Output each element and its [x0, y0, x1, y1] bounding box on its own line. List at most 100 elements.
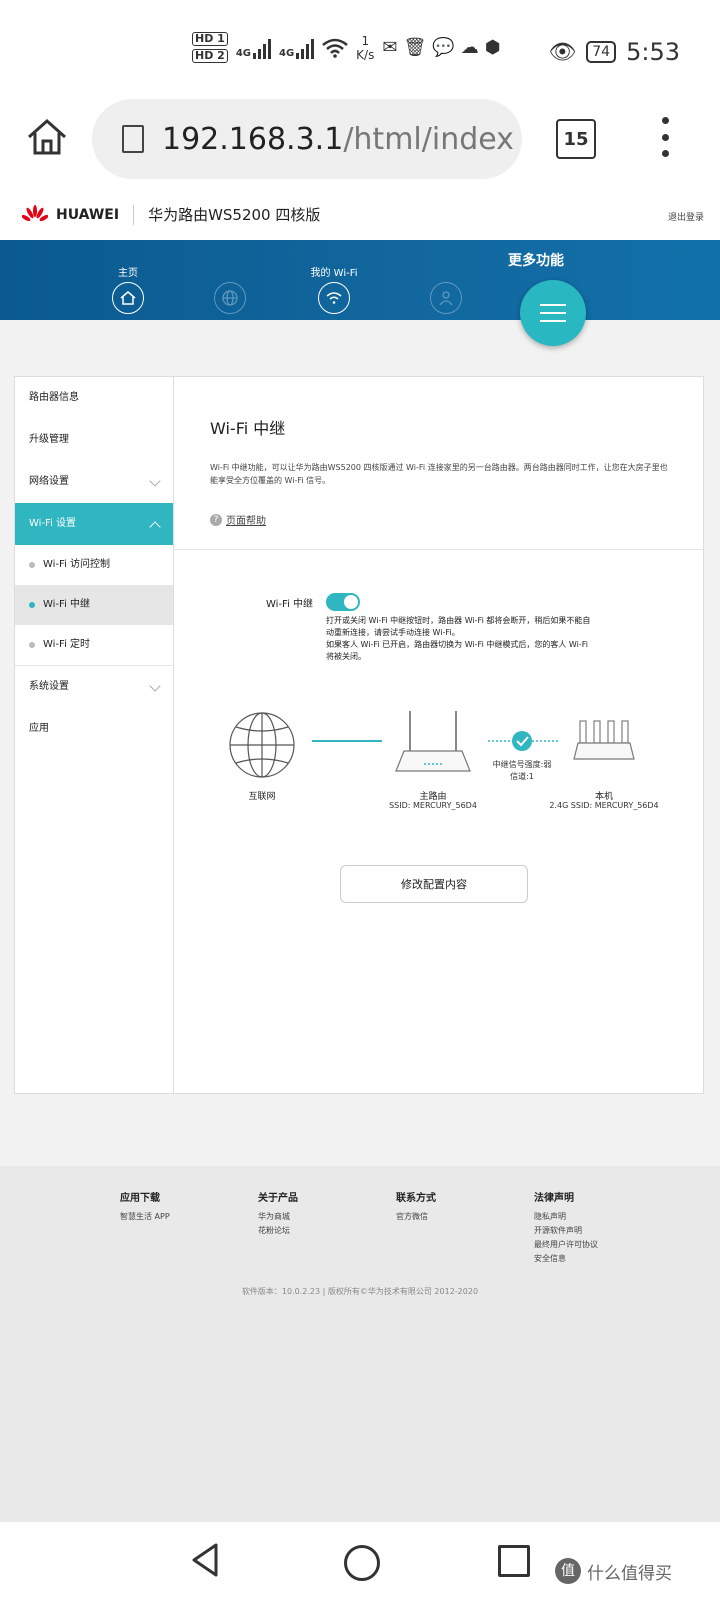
user-icon	[430, 282, 462, 314]
sidebar-sub-label: Wi-Fi 中继	[43, 599, 91, 610]
nav-my-wifi[interactable]: 我的 Wi-Fi	[294, 240, 374, 314]
internet-label: 互联网	[248, 792, 276, 802]
footer-col-contact: 联系方式 官方微信	[396, 1192, 436, 1224]
nav-internet[interactable]	[190, 240, 270, 314]
nav-devices[interactable]	[406, 240, 486, 314]
signal-bars-icon	[253, 37, 271, 59]
globe-icon	[229, 712, 295, 778]
url-path: /html/index	[343, 121, 514, 157]
hd1-label: HD 1	[192, 32, 228, 46]
sidebar-item-upgrade[interactable]: 升级管理	[15, 419, 173, 461]
this-router-icon	[573, 720, 635, 760]
sidebar-sub-label: Wi-Fi 定时	[43, 639, 91, 650]
signal-strength: 中继信号强度:弱	[492, 760, 552, 769]
help-label: 页面帮助	[226, 516, 266, 527]
net-speed: 1 K/s	[356, 34, 374, 62]
nav-devices-label	[406, 264, 486, 278]
footer-link[interactable]: 官方微信	[396, 1210, 436, 1224]
tab-switcher-button[interactable]: 15	[556, 119, 596, 159]
nav-home-label: 主页	[118, 268, 138, 279]
sidebar-item-system[interactable]: 系统设置	[15, 666, 173, 708]
sidebar-item-router-info[interactable]: 路由器信息	[15, 377, 173, 419]
sidebar-sub-wifi-access-control[interactable]: Wi-Fi 访问控制	[15, 545, 173, 585]
nav-home[interactable]: 主页	[88, 240, 168, 314]
footer-link[interactable]: 智慧生活 APP	[120, 1210, 170, 1224]
footer-link[interactable]: 安全信息	[534, 1252, 598, 1266]
logout-link[interactable]: 退出登录	[668, 210, 704, 223]
hd2-label: HD 2	[192, 49, 228, 63]
status-bar: HD 1 HD 2 4G 4G 1 K/s ✉ 🗑 💬 ☁ ⬢ 👁 74 5:5…	[0, 0, 720, 95]
footer-col-legal: 法律声明 隐私声明 开源软件声明 最终用户许可协议 安全信息	[534, 1192, 598, 1266]
eye-icon: 👁	[548, 39, 577, 65]
footer-link[interactable]: 隐私声明	[534, 1210, 598, 1224]
sidebar-item-network[interactable]: 网络设置	[15, 461, 173, 503]
page-description: Wi-Fi 中继功能，可以让华为路由WS5200 四核版通过 Wi-Fi 连接家…	[210, 463, 668, 485]
browser-home-button[interactable]	[25, 115, 69, 159]
main-router-ssid: SSID: MERCURY_56D4	[389, 801, 477, 810]
sidebar-item-label: 升级管理	[29, 434, 69, 445]
footer-heading: 应用下载	[120, 1193, 160, 1204]
chevron-down-icon	[149, 680, 161, 692]
footer-link[interactable]: 花粉论坛	[258, 1224, 298, 1238]
channel-info: 信道:1	[510, 772, 534, 781]
sidebar-sub-wifi-repeater[interactable]: Wi-Fi 中继	[15, 585, 173, 625]
footer-col-product: 关于产品 华为商城 花粉论坛	[258, 1192, 298, 1238]
main-content: Wi-Fi 中继 Wi-Fi 中继功能，可以让华为路由WS5200 四核版通过 …	[174, 377, 703, 1093]
footer-link[interactable]: 最终用户许可协议	[534, 1238, 598, 1252]
clock: 5:53	[626, 38, 680, 66]
back-icon[interactable]	[190, 1542, 220, 1578]
recent-apps-icon[interactable]	[498, 1545, 530, 1577]
check-icon	[512, 731, 532, 751]
main-nav: 主页 我的 Wi-Fi 更多功能	[0, 240, 720, 320]
signal-2: 4G	[279, 37, 315, 59]
repeater-toggle[interactable]	[326, 593, 360, 611]
sidebar-sub-wifi-timer[interactable]: Wi-Fi 定时	[15, 625, 173, 665]
sidebar-item-apps[interactable]: 应用	[15, 708, 173, 750]
chat-icon: 💬	[432, 37, 455, 58]
footer-link[interactable]: 开源软件声明	[534, 1224, 598, 1238]
toggle-note-1: 打开或关闭 Wi-Fi 中继按钮时，路由器 Wi-Fi 都将会断开，稍后如果不能…	[326, 616, 591, 637]
address-bar[interactable]: 192.168.3.1/html/index	[92, 99, 522, 179]
repeater-toggle-label: Wi-Fi 中继	[266, 599, 314, 610]
notification-icons: ✉ 🗑 💬 ☁ ⬢	[382, 37, 500, 58]
footer-heading: 联系方式	[396, 1193, 436, 1204]
url-host: 192.168.3.1	[162, 121, 344, 157]
bullet-icon	[29, 602, 35, 608]
home-icon	[28, 118, 66, 155]
speed-unit: K/s	[356, 47, 375, 62]
nav-wifi-label: 我的 Wi-Fi	[310, 268, 358, 279]
sidebar-sub-label: Wi-Fi 访问控制	[43, 559, 111, 570]
more-features-label: 更多功能	[508, 253, 564, 269]
footer-link[interactable]: 华为商城	[258, 1210, 298, 1224]
signal-1: 4G	[236, 37, 271, 59]
help-link[interactable]: ? 页面帮助	[210, 512, 266, 527]
browser-toolbar: 192.168.3.1/html/index 15	[0, 95, 720, 190]
more-features-menu-button[interactable]	[520, 280, 586, 346]
wifi-icon	[322, 38, 348, 58]
speed-value: 1	[361, 33, 370, 48]
trash-icon: 🗑	[403, 37, 427, 58]
browser-menu-button[interactable]	[660, 117, 670, 157]
shield-icon: ⬢	[484, 37, 501, 58]
content-divider	[174, 549, 703, 550]
router-model: 华为路由WS5200 四核版	[148, 206, 321, 224]
question-icon: ?	[210, 513, 222, 526]
wifi-icon	[318, 282, 350, 314]
sidebar-item-label: 路由器信息	[29, 392, 79, 403]
bullet-icon	[29, 642, 35, 648]
main-router-icon	[395, 711, 471, 772]
router-header: HUAWEI 华为路由WS5200 四核版 退出登录	[0, 190, 720, 240]
watermark-badge: 值	[555, 1558, 581, 1584]
sidebar-item-wifi-settings[interactable]: Wi-Fi 设置	[15, 503, 173, 545]
signal-bars-icon	[296, 37, 315, 59]
edit-config-button[interactable]: 修改配置内容	[340, 865, 528, 903]
chevron-down-icon	[149, 475, 161, 487]
house-icon	[112, 282, 144, 314]
home-button-icon[interactable]	[344, 1545, 380, 1581]
mail-icon: ✉	[382, 37, 398, 58]
this-device-ssid: 2.4G SSID: MERCURY_56D4	[549, 801, 659, 810]
bullet-icon	[29, 562, 35, 568]
sidebar-item-label: 应用	[29, 723, 49, 734]
system-nav-bar: 值 什么值得买	[0, 1522, 720, 1600]
url-text[interactable]: 192.168.3.1/html/index	[162, 122, 514, 157]
